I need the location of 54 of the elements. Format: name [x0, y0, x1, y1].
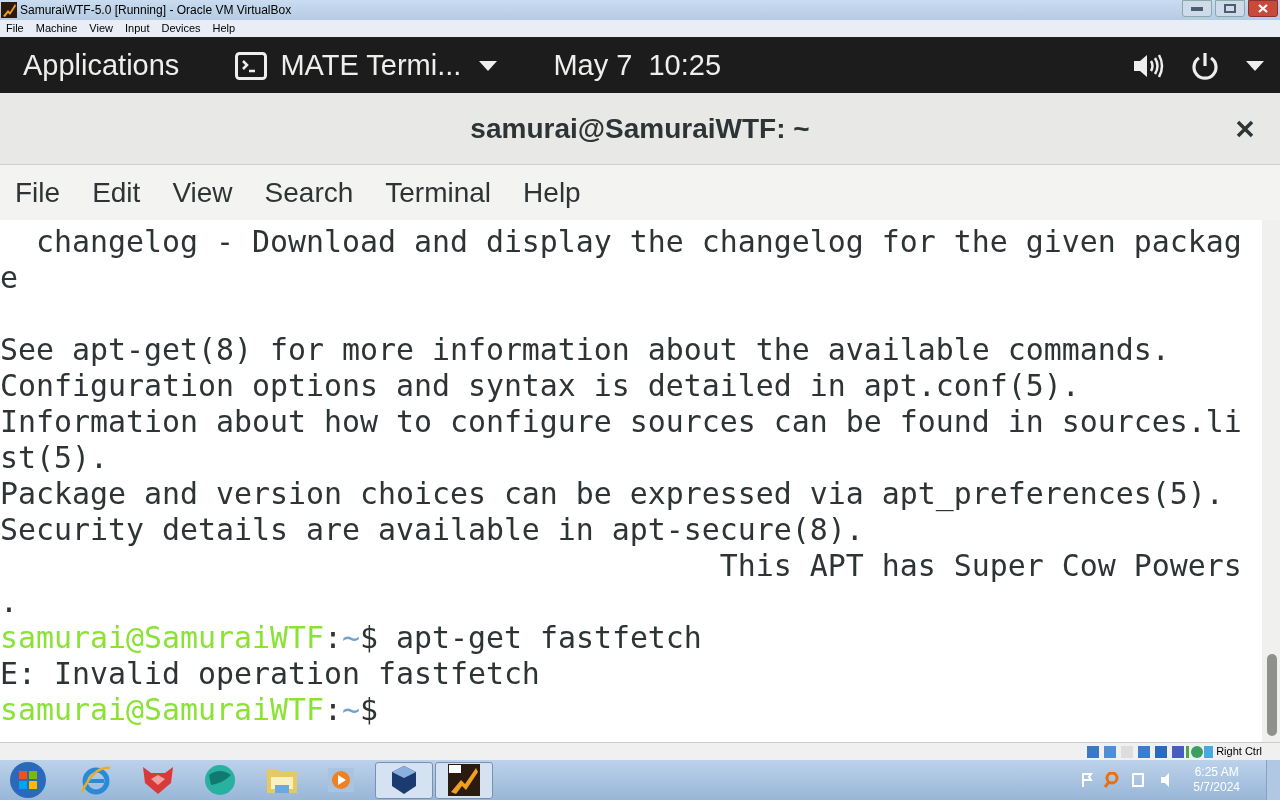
- dropdown-icon: [479, 60, 498, 71]
- app-icon: [448, 764, 480, 796]
- globe-icon[interactable]: [203, 763, 237, 797]
- power-icon[interactable]: [1190, 50, 1220, 81]
- dropdown-icon[interactable]: [1246, 60, 1264, 71]
- shell-prompt: samurai@SamuraiWTF:~$: [0, 620, 378, 655]
- close-icon[interactable]: [1236, 119, 1254, 138]
- shell-prompt: samurai@SamuraiWTF:~$: [0, 692, 378, 727]
- terminal-line: Configuration options and syntax is detailed in apt.conf(5).: [0, 368, 1080, 403]
- terminal-line: .: [0, 584, 18, 619]
- menu-item[interactable]: View: [83, 20, 119, 37]
- terminal-line: This APT has Super Cow Powers: [718, 548, 1242, 583]
- minimize-button[interactable]: [1182, 0, 1212, 17]
- scrollbar-thumb[interactable]: [1267, 654, 1277, 736]
- vm-task-button[interactable]: [435, 761, 493, 799]
- menu-item[interactable]: Help: [523, 171, 581, 214]
- menu-item[interactable]: Search: [264, 171, 354, 214]
- maximize-icon: [1224, 4, 1236, 13]
- terminal-icon: [235, 51, 268, 80]
- close-button[interactable]: [1248, 0, 1278, 17]
- applications-menu[interactable]: Applications: [23, 43, 180, 88]
- start-button[interactable]: [9, 761, 47, 799]
- clock: May 7 10:25: [553, 47, 722, 83]
- fox-icon[interactable]: [141, 765, 175, 795]
- menu-item[interactable]: File: [15, 171, 61, 214]
- command-text: apt-get fastfetch: [394, 620, 702, 655]
- terminal-line: changelog - Download and display the changelog for the given packag: [35, 224, 1242, 259]
- terminal-line: st(5).: [0, 440, 108, 475]
- menu-item[interactable]: View: [172, 171, 233, 214]
- task-button[interactable]: MATE Termi...: [235, 43, 498, 88]
- menu-item[interactable]: Devices: [155, 20, 207, 37]
- maximize-button[interactable]: [1215, 0, 1245, 17]
- terminal-line: E: Invalid operation fastfetch: [0, 656, 540, 691]
- terminal-title: samurai@SamuraiWTF: ~: [470, 111, 810, 146]
- menu-item[interactable]: Machine: [29, 20, 84, 37]
- menu-item[interactable]: Terminal: [385, 171, 492, 214]
- app-icon: [1, 2, 17, 18]
- menu-item[interactable]: File: [0, 20, 30, 37]
- window-title: SamuraiWTF-5.0 [Running] - Oracle VM VirtualBox: [20, 2, 292, 19]
- menu-item[interactable]: Edit: [92, 171, 141, 214]
- terminal-line: Package and version choices can be expressed via apt_preferences(5).: [0, 476, 1224, 511]
- media-player-icon[interactable]: [326, 765, 356, 795]
- cube-icon: [390, 764, 418, 796]
- scrollbar[interactable]: [1262, 220, 1280, 742]
- menu-item[interactable]: Help: [206, 20, 242, 37]
- minimize-icon: [1191, 6, 1203, 11]
- virtualbox-task-button[interactable]: [375, 761, 433, 799]
- terminal-line: Information about how to configure sources can be found in sources.li: [0, 404, 1242, 439]
- close-icon: [1258, 4, 1268, 13]
- terminal-line: See apt-get(8) for more information about the available commands.: [0, 332, 1170, 367]
- host-key-label: Right Ctrl: [1216, 744, 1262, 760]
- menu-item[interactable]: Input: [118, 20, 156, 37]
- terminal-line: Security details are available in apt-secure(8).: [0, 512, 864, 547]
- terminal-line: e: [0, 260, 18, 295]
